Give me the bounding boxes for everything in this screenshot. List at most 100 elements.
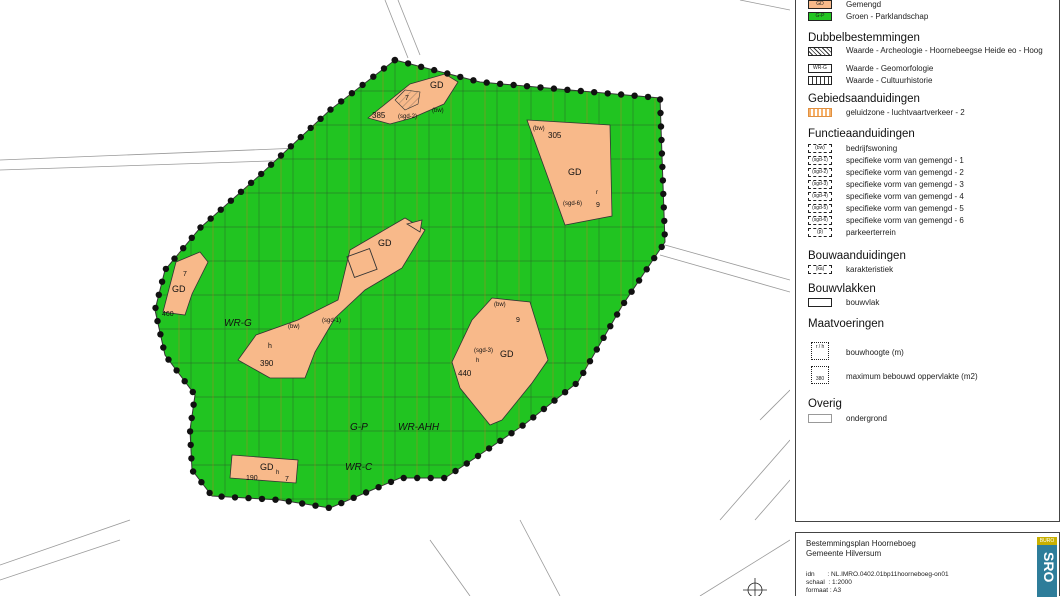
plot-right-mid-code: GD <box>500 349 514 359</box>
plot-right-top-extra: (bw) <box>533 126 545 132</box>
boundary-dot <box>593 346 600 353</box>
boundary-dot <box>245 494 252 502</box>
boundary-dot <box>277 152 285 159</box>
boundary-dot <box>427 474 434 482</box>
boundary-dot <box>160 344 167 351</box>
boundary-dot <box>431 66 438 74</box>
boundary-dot <box>508 430 515 437</box>
boundary-dot <box>362 489 370 496</box>
plot-right-top-area: 305 <box>548 131 562 140</box>
plot-left-area: 460 <box>162 311 174 318</box>
boundary-dot <box>643 266 650 273</box>
boundary-dot <box>190 401 197 408</box>
plot-top-extra: (bw) <box>432 108 444 114</box>
boundary-dot <box>157 331 164 338</box>
boundary-dot <box>658 150 666 157</box>
legend-swatch-ondergrond <box>808 414 832 423</box>
boundary-dot <box>181 378 188 385</box>
buro-logo: BURO <box>1037 537 1057 545</box>
idn-row: idn : NL.IMRO.0402.01bp11hoorneboeg-on01 <box>806 571 949 578</box>
boundary-dot <box>154 317 161 325</box>
plot-right-top-code: GD <box>568 167 582 177</box>
boundary-dot <box>325 504 332 511</box>
legend-section-maat: Maatvoeringen <box>808 318 885 330</box>
boundary-dot <box>607 323 614 330</box>
legend-swatch-geomorfologie: WR-G <box>808 64 832 73</box>
boundary-dot <box>441 474 448 482</box>
boundary-dot <box>519 422 526 429</box>
boundary-dot <box>613 311 621 318</box>
boundary-dot <box>188 414 195 422</box>
legend-section-bouwaand: Bouwaanduidingen <box>808 250 906 262</box>
boundary-dot <box>327 106 334 113</box>
boundary-dot <box>661 217 668 225</box>
boundary-dot <box>370 73 377 80</box>
boundary-dot <box>380 65 388 72</box>
north-arrow-icon <box>743 578 767 596</box>
boundary-dot <box>186 428 194 435</box>
boundary-dot <box>227 197 235 204</box>
boundary-dot <box>297 133 304 141</box>
boundary-dot <box>317 115 324 123</box>
boundary-dot <box>474 452 482 460</box>
boundary-dot <box>231 494 239 501</box>
plot-right-mid-area: 440 <box>458 369 472 378</box>
boundary-dot <box>452 467 459 475</box>
plot-left-height: 7 <box>183 271 187 278</box>
boundary-dot <box>206 489 213 497</box>
boundary-dot <box>620 299 628 307</box>
boundary-dot <box>485 445 493 452</box>
title-block: Bestemmingsplan Hoorneboeg Gemeente Hilv… <box>795 532 1060 597</box>
boundary-dot <box>658 136 665 144</box>
boundary-dot <box>604 90 611 97</box>
plot-right-mid-height: 9 <box>516 317 520 324</box>
boundary-dot <box>628 288 635 295</box>
zoning-map: GD 7 385 (sgd-2) (bw) GD 9 305 (sgd-6) (… <box>0 0 790 596</box>
boundary-dot <box>644 93 652 101</box>
legend-section-dubbel: Dubbelbestemmingen <box>808 32 920 44</box>
boundary-dot <box>564 86 571 94</box>
boundary-dot <box>417 63 425 70</box>
boundary-dot <box>189 388 196 396</box>
boundary-dot <box>657 123 665 130</box>
formaat-row: formaat : A3 <box>806 587 842 594</box>
boundary-dot <box>483 79 490 86</box>
legend-swatch-archeologie <box>808 47 832 56</box>
zone-label-wr-c: WR-C <box>345 462 373 473</box>
plot-right-mid-extra: (bw) <box>494 302 506 308</box>
plot-center-extra: (bw) <box>288 324 300 330</box>
plot-top-area: 385 <box>372 111 386 120</box>
boundary-dot <box>307 124 314 132</box>
boundary-dot <box>272 496 279 503</box>
plot-right-top-note: (sgd-6) <box>563 201 582 207</box>
boundary-dot <box>287 143 295 150</box>
boundary-dot <box>537 84 544 91</box>
plot-bottom-area: 190 <box>246 475 258 482</box>
boundary-dot <box>470 77 477 84</box>
plot-left-code: GD <box>172 284 186 294</box>
plan-title: Bestemmingsplan Hoorneboeg <box>806 539 916 548</box>
plot-center-height: h <box>268 343 272 350</box>
boundary-dot <box>312 502 319 509</box>
boundary-dot <box>580 369 587 377</box>
legend-swatch-groen: G-P <box>808 12 832 21</box>
boundary-dot <box>600 334 607 341</box>
plot-center-note: (sgd-1) <box>322 318 341 324</box>
schaal-row: schaal : 1:2000 <box>806 579 852 586</box>
boundary-dot <box>267 161 275 168</box>
boundary-dot <box>414 474 421 482</box>
boundary-dot <box>661 231 668 238</box>
boundary-dot <box>198 479 205 486</box>
boundary-dot <box>651 254 658 262</box>
plot-right-top-r: r <box>596 190 598 196</box>
boundary-dot <box>657 109 664 117</box>
boundary-dot <box>444 70 451 77</box>
boundary-dot <box>189 468 197 475</box>
boundary-dot <box>285 498 292 505</box>
boundary-dot <box>155 291 162 298</box>
boundary-dot <box>631 92 638 99</box>
plot-bottom-code: GD <box>260 462 274 472</box>
boundary-dot <box>561 389 569 396</box>
boundary-dot <box>572 380 579 388</box>
boundary-dot <box>586 358 594 365</box>
